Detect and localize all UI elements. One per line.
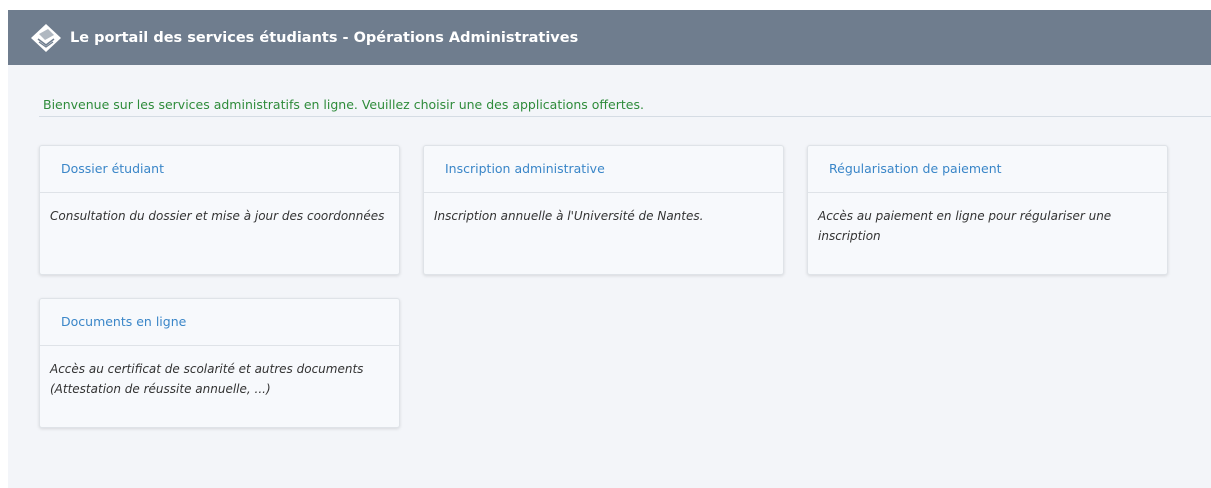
card-dossier-etudiant[interactable]: Dossier étudiant Consultation du dossier…: [39, 145, 400, 275]
card-title-link[interactable]: Documents en ligne: [40, 299, 399, 346]
card-title-link[interactable]: Dossier étudiant: [40, 146, 399, 193]
welcome-message: Bienvenue sur les services administratif…: [43, 97, 644, 112]
card-description: Accès au paiement en ligne pour régulari…: [818, 209, 1112, 243]
page-title: Le portail des services étudiants - Opér…: [70, 30, 579, 46]
card-documents-en-ligne[interactable]: Documents en ligne Accès au certificat d…: [39, 298, 400, 428]
card-description: Accès au certificat de scolarité et autr…: [50, 362, 364, 396]
portal-page: Le portail des services étudiants - Opér…: [8, 10, 1211, 488]
card-description: Consultation du dossier et mise à jour d…: [50, 209, 385, 223]
card-title-link[interactable]: Inscription administrative: [424, 146, 783, 193]
portal-header: Le portail des services étudiants - Opér…: [8, 10, 1211, 65]
card-title-link[interactable]: Régularisation de paiement: [808, 146, 1167, 193]
diamond-book-logo-icon: [31, 24, 61, 52]
card-description: Inscription annuelle à l'Université de N…: [434, 209, 704, 223]
card-inscription-administrative[interactable]: Inscription administrative Inscription a…: [423, 145, 784, 275]
card-regularisation-paiement[interactable]: Régularisation de paiement Accès au paie…: [807, 145, 1168, 275]
welcome-divider: [39, 116, 1211, 117]
